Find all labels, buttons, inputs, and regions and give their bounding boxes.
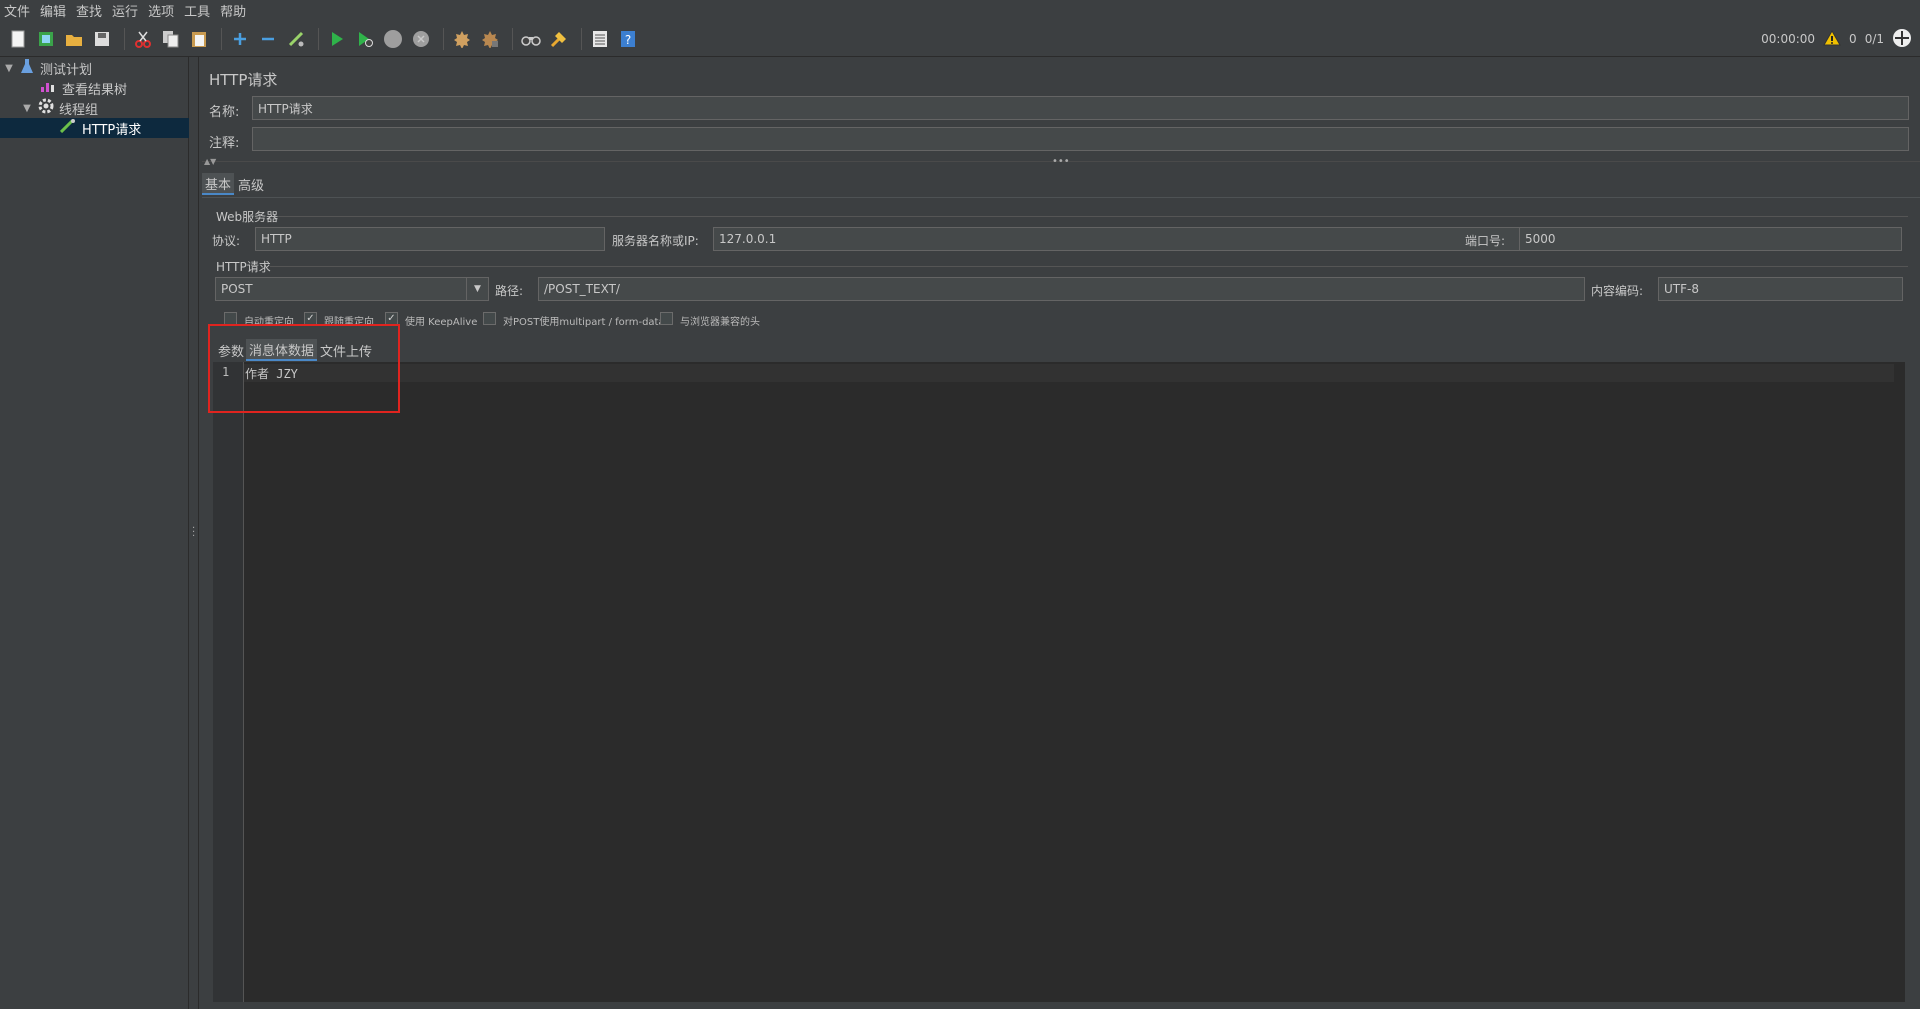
path-field[interactable]: /POST_TEXT/ (538, 277, 1585, 301)
menu-edit[interactable]: 编辑 (40, 1, 73, 20)
menu-search[interactable]: 查找 (76, 1, 109, 20)
multipart-checkbox[interactable] (483, 312, 496, 325)
comment-field[interactable] (252, 127, 1909, 151)
port-label: 端口号: (1465, 234, 1506, 248)
function-helper-icon[interactable] (588, 27, 612, 51)
current-line-highlight (244, 364, 1894, 382)
chevron-down-icon[interactable]: ▼ (2, 63, 16, 74)
open-icon[interactable] (62, 27, 86, 51)
server-label: 服务器名称或IP: (612, 234, 699, 248)
server-field[interactable]: 127.0.0.1 (713, 227, 1658, 251)
browser-headers-label: 与浏览器兼容的头 (680, 317, 760, 328)
tree-node-test-plan[interactable]: ▼ 测试计划 (2, 58, 92, 78)
tree-node-thread-group[interactable]: ▼ 线程组 (20, 98, 98, 118)
name-label: 名称: (209, 105, 240, 120)
start-no-pause-icon[interactable] (353, 27, 377, 51)
pipette-icon (59, 119, 76, 137)
method-select[interactable]: POST ▼ (215, 277, 489, 301)
comment-label: 注释: (209, 136, 240, 151)
toolbar-separator (581, 27, 582, 50)
splitter-grip-icon: · · · (192, 523, 196, 542)
paste-icon[interactable] (187, 27, 211, 51)
tab-underline (202, 197, 1920, 198)
browser-headers-checkbox[interactable] (660, 312, 673, 325)
http-request-panel: HTTP请求 名称: HTTP请求 注释: ▲▼ ••• 基本 高级 Web服务… (200, 57, 1920, 1009)
tree-label: 线程组 (59, 102, 99, 118)
section-rule (270, 266, 1908, 267)
reset-search-icon[interactable] (547, 27, 571, 51)
menu-file[interactable]: 文件 (4, 1, 37, 20)
protocol-field[interactable]: HTTP (255, 227, 605, 251)
save-icon[interactable] (90, 27, 114, 51)
warning-icon[interactable] (1823, 29, 1841, 49)
expand-icon[interactable] (228, 27, 252, 51)
collapse-icon[interactable] (256, 27, 280, 51)
menu-bar: 文件 编辑 查找 运行 选项 工具 帮助 (0, 0, 1920, 20)
test-plan-tree: ▼ 测试计划 查看结果树 ▼ 线程组 HTTP请求 (0, 57, 189, 1009)
svg-text:?: ? (625, 33, 631, 47)
stop-icon[interactable] (381, 27, 405, 51)
start-icon[interactable] (325, 27, 349, 51)
port-field[interactable]: 5000 (1519, 227, 1902, 251)
toolbar-separator (512, 27, 513, 50)
toolbar-separator (221, 27, 222, 50)
new-icon[interactable] (6, 27, 30, 51)
method-value: POST (221, 282, 253, 296)
tree-label: HTTP请求 (82, 122, 142, 138)
tree-node-http-request[interactable]: HTTP请求 (0, 118, 189, 138)
status-area: 00:00:00 0 0/1 (1761, 21, 1912, 57)
protocol-label: 协议: (212, 234, 241, 248)
section-rule (278, 216, 1908, 217)
name-field[interactable]: HTTP请求 (252, 96, 1909, 120)
toolbar-separator (124, 27, 125, 50)
shutdown-icon[interactable] (409, 27, 433, 51)
body-data-editor[interactable]: 1 作者 JZY (213, 362, 1905, 1002)
vertical-splitter[interactable]: · · · (189, 57, 199, 1009)
tree-label: 查看结果树 (62, 82, 128, 98)
chevron-down-icon[interactable]: ▼ (466, 278, 488, 300)
multipart-label: 对POST使用multipart / form-data (503, 317, 665, 328)
templates-icon[interactable] (34, 27, 58, 51)
copy-icon[interactable] (159, 27, 183, 51)
elapsed-time: 00:00:00 (1761, 32, 1816, 46)
menu-run[interactable]: 运行 (112, 1, 145, 20)
path-label: 路径: (495, 284, 524, 298)
menu-options[interactable]: 选项 (148, 1, 181, 20)
toolbar: ? 00:00:00 0 0/1 (0, 21, 1920, 57)
encoding-field[interactable]: UTF-8 (1658, 277, 1903, 301)
chart-icon (40, 79, 56, 97)
tab-basic[interactable]: 基本 (202, 173, 235, 195)
collapse-arrows-icon[interactable]: ▲▼ (204, 157, 216, 166)
tree-node-result-tree[interactable]: 查看结果树 (40, 78, 127, 98)
clear-all-icon[interactable] (478, 27, 502, 51)
http-request-section: HTTP请求 (216, 260, 271, 274)
tab-advanced[interactable]: 高级 (235, 173, 267, 195)
thread-count: 0/1 (1864, 32, 1884, 46)
warning-count: 0 (1849, 32, 1857, 46)
flask-icon (20, 58, 34, 78)
help-icon[interactable]: ? (616, 27, 640, 51)
tree-label: 测试计划 (40, 62, 93, 78)
remote-icon[interactable] (1892, 28, 1912, 51)
toggle-icon[interactable] (284, 27, 308, 51)
menu-help[interactable]: 帮助 (220, 1, 253, 20)
toolbar-separator (318, 27, 319, 50)
chevron-down-icon[interactable]: ▼ (20, 103, 34, 114)
encoding-label: 内容编码: (1591, 284, 1644, 298)
search-icon[interactable] (519, 27, 543, 51)
splitter-grip-icon[interactable]: ••• (1052, 156, 1070, 167)
clear-icon[interactable] (450, 27, 474, 51)
menu-tools[interactable]: 工具 (184, 1, 217, 20)
line-gutter: 1 (213, 362, 244, 1002)
keepalive-label: 使用 KeepAlive (405, 317, 478, 328)
page-title: HTTP请求 (209, 71, 278, 89)
highlight-box (208, 324, 400, 413)
toolbar-separator (443, 27, 444, 50)
cut-icon[interactable] (131, 27, 155, 51)
jmeter-window: 文件 编辑 查找 运行 选项 工具 帮助 ? 00:00:00 0 0/1 ▼ … (0, 0, 1920, 1009)
gear-icon (38, 98, 54, 118)
web-server-section: Web服务器 (216, 210, 279, 224)
